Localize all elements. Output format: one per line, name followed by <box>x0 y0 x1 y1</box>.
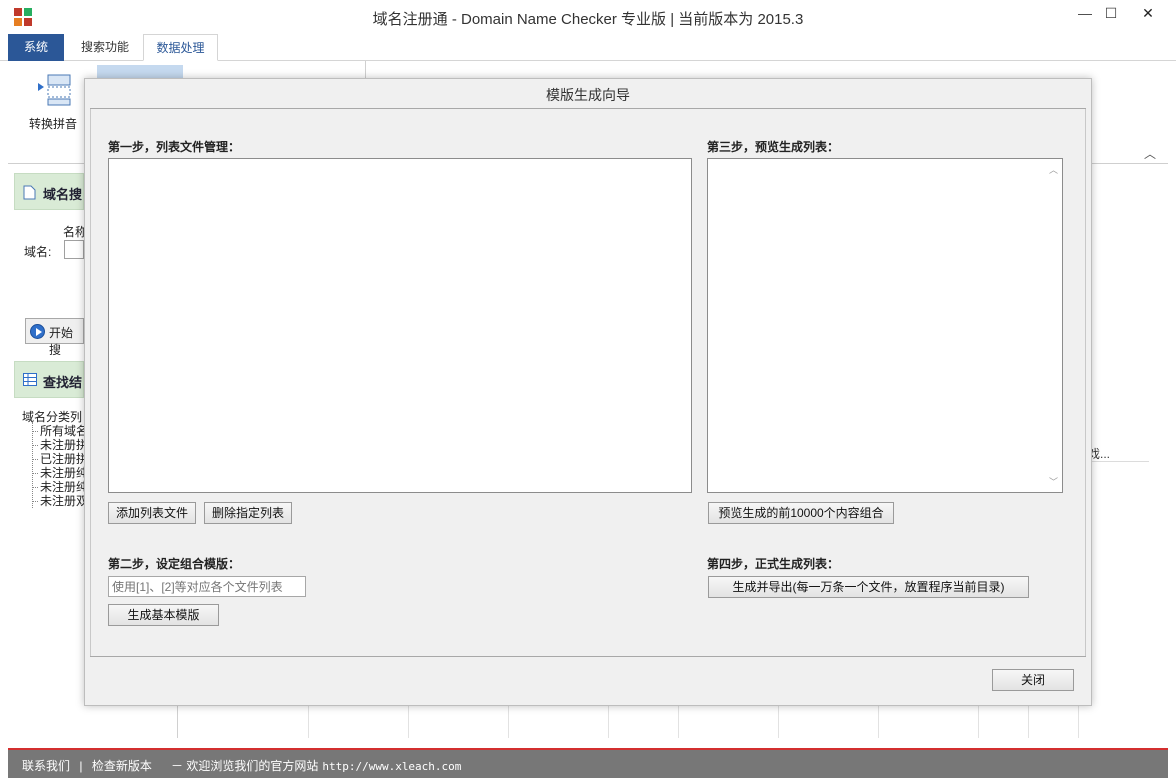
close-window-button[interactable]: ✕ <box>1124 2 1172 24</box>
list-files-listbox[interactable] <box>108 158 692 493</box>
delete-list-button[interactable]: 删除指定列表 <box>204 502 292 524</box>
results-title: 查找结 <box>43 375 83 390</box>
domain-input[interactable] <box>64 240 84 259</box>
step3-label: 第三步，预览生成列表： <box>707 140 840 154</box>
title-bar: 域名注册通 - Domain Name Checker 专业版 | 当前版本为 … <box>0 0 1176 34</box>
domain-label: 域名: <box>24 245 52 259</box>
document-icon <box>23 185 36 200</box>
start-search-label: 开始搜 <box>49 326 74 357</box>
domain-search-title: 域名搜 <box>43 187 83 202</box>
convert-pinyin-label: 转换拼音 <box>28 117 77 131</box>
start-search-button[interactable]: 开始搜 <box>25 318 84 357</box>
window-title: 域名注册通 - Domain Name Checker 专业版 | 当前版本为 … <box>372 11 804 28</box>
tree-item[interactable]: 未注册拼 <box>22 438 88 452</box>
tree-item[interactable]: 未注册纯 <box>22 466 88 480</box>
tree-item[interactable]: 未注册双 <box>22 494 88 508</box>
tree-item[interactable]: 已注册拼 <box>22 452 88 466</box>
step1-label: 第一步，列表文件管理： <box>108 140 241 154</box>
step2-label: 第二步，设定组合模版： <box>108 557 241 571</box>
play-icon <box>30 324 45 339</box>
status-message: － 欢迎浏览我们的官方网站 http://www.xleach.com <box>171 757 461 774</box>
results-panel-header[interactable]: 查找结 <box>14 361 84 398</box>
dialog-close-button[interactable]: 关闭 <box>992 669 1074 691</box>
generate-template-button[interactable]: 生成基本模版 <box>108 604 219 626</box>
add-list-file-button[interactable]: 添加列表文件 <box>108 502 196 524</box>
convert-pinyin-button[interactable]: 转换拼音 <box>18 69 88 131</box>
tree-item[interactable]: 未注册纯 <box>22 480 88 494</box>
generate-export-button[interactable]: 生成并导出(每一万条一个文件，放置程序当前目录) <box>708 576 1029 598</box>
status-links: 联系我们 | 检查新版本 <box>22 757 152 774</box>
scroll-down-icon[interactable]: ﹀ <box>1049 475 1058 488</box>
convert-pinyin-icon <box>38 74 71 106</box>
template-wizard-dialog: 模版生成向导 第一步，列表文件管理： 添加列表文件 删除指定列表 第三步，预览生… <box>84 78 1092 706</box>
scroll-up-icon[interactable]: ︿ <box>1049 163 1058 176</box>
tab-system[interactable]: 系统 <box>8 34 64 61</box>
domain-category-tree: 域名分类列 所有域名 未注册拼 已注册拼 未注册纯 未注册纯 未注册双 <box>22 410 88 508</box>
preview-button[interactable]: 预览生成的前10000个内容组合 <box>708 502 894 524</box>
grid-icon <box>23 373 37 386</box>
welcome-text: － 欢迎浏览我们的官方网站 <box>171 759 319 773</box>
status-separator: | <box>79 759 83 773</box>
status-bar: 联系我们 | 检查新版本 － 欢迎浏览我们的官方网站 http://www.xle… <box>8 748 1168 778</box>
ribbon-tab-bar: 系统 搜索功能 数据处理 <box>0 34 1176 61</box>
contact-us-link[interactable]: 联系我们 <box>22 759 70 773</box>
domain-search-panel-header[interactable]: 域名搜 <box>14 173 84 210</box>
tab-data-processing[interactable]: 数据处理 <box>143 34 218 61</box>
preview-listbox[interactable]: ︿ ﹀ <box>707 158 1063 493</box>
dialog-bottom-rule <box>90 656 1086 657</box>
maximize-button[interactable]: ☐ <box>1096 2 1126 24</box>
collapse-ribbon-icon[interactable]: ︿ <box>1144 145 1156 162</box>
check-update-link[interactable]: 检查新版本 <box>92 759 152 773</box>
dialog-title: 模版生成向导 <box>546 87 630 103</box>
tab-search-functions[interactable]: 搜索功能 <box>70 34 140 61</box>
step4-label: 第四步，正式生成列表： <box>707 557 840 571</box>
tree-item[interactable]: 所有域名 <box>22 424 88 438</box>
template-input[interactable] <box>108 576 306 597</box>
website-link[interactable]: http://www.xleach.com <box>322 760 461 773</box>
